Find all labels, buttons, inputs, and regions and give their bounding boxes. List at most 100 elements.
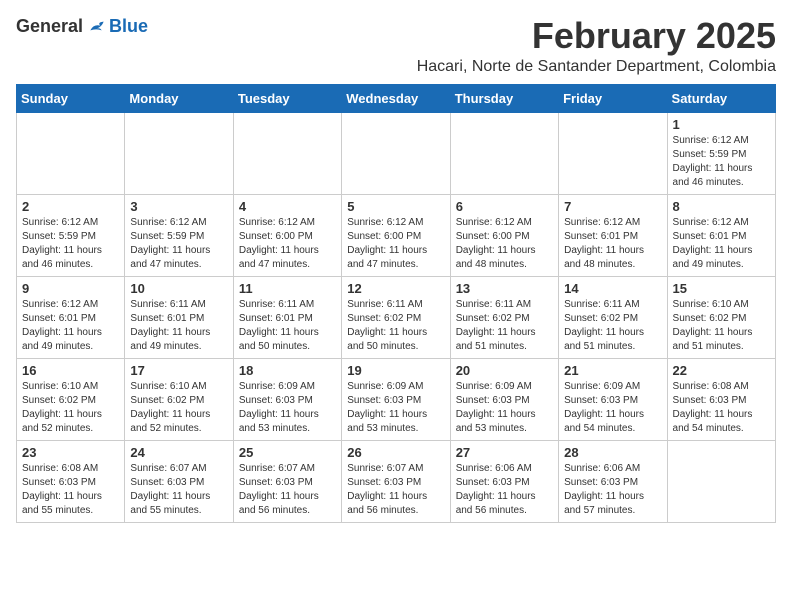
day-number: 25 bbox=[239, 445, 336, 460]
calendar-cell: 17Sunrise: 6:10 AM Sunset: 6:02 PM Dayli… bbox=[125, 358, 233, 440]
calendar-cell: 3 Sunrise: 6:12 AM Sunset: 5:59 PM Daylig… bbox=[125, 194, 233, 276]
day-number: 27 bbox=[456, 445, 553, 460]
calendar-cell: 25 Sunrise: 6:07 AM Sunset: 6:03 PM Dayli… bbox=[233, 440, 341, 522]
day-number: 4 bbox=[239, 199, 336, 214]
month-title: February 2025 bbox=[417, 16, 776, 56]
day-info: Sunrise: 6:08 AM Sunset: 6:03 PM Dayligh… bbox=[673, 380, 770, 436]
day-info: Sunrise: 6:12 AM Sunset: 6:01 PM Dayligh… bbox=[673, 216, 770, 272]
calendar-header: SundayMondayTuesdayWednesdayThursdayFrid… bbox=[17, 84, 776, 112]
day-number: 9 bbox=[22, 281, 119, 296]
calendar-cell: 4 Sunrise: 6:12 AM Sunset: 6:00 PM Daylig… bbox=[233, 194, 341, 276]
calendar-cell bbox=[17, 112, 125, 194]
calendar-week-5: 23Sunrise: 6:08 AM Sunset: 6:03 PM Dayli… bbox=[17, 440, 776, 522]
day-info: Sunrise: 6:12 AM Sunset: 5:59 PM Dayligh… bbox=[130, 216, 227, 272]
calendar-week-3: 9 Sunrise: 6:12 AM Sunset: 6:01 PM Daylig… bbox=[17, 276, 776, 358]
day-info: Sunrise: 6:10 AM Sunset: 6:02 PM Dayligh… bbox=[673, 298, 770, 354]
day-info: Sunrise: 6:07 AM Sunset: 6:03 PM Dayligh… bbox=[347, 462, 444, 518]
day-number: 19 bbox=[347, 363, 444, 378]
day-info: Sunrise: 6:11 AM Sunset: 6:01 PM Dayligh… bbox=[239, 298, 336, 354]
day-info: Sunrise: 6:11 AM Sunset: 6:01 PM Dayligh… bbox=[130, 298, 227, 354]
day-number: 1 bbox=[673, 117, 770, 132]
calendar-cell: 15 Sunrise: 6:10 AM Sunset: 6:02 PM Dayli… bbox=[667, 276, 775, 358]
day-number: 12 bbox=[347, 281, 444, 296]
title-block: February 2025 Hacari, Norte de Santander… bbox=[417, 16, 776, 76]
day-number: 21 bbox=[564, 363, 661, 378]
weekday-header-sunday: Sunday bbox=[17, 84, 125, 112]
calendar-cell: 6Sunrise: 6:12 AM Sunset: 6:00 PM Daylig… bbox=[450, 194, 558, 276]
day-info: Sunrise: 6:12 AM Sunset: 6:00 PM Dayligh… bbox=[239, 216, 336, 272]
weekday-header-saturday: Saturday bbox=[667, 84, 775, 112]
calendar-cell: 18 Sunrise: 6:09 AM Sunset: 6:03 PM Dayli… bbox=[233, 358, 341, 440]
calendar-cell: 12 Sunrise: 6:11 AM Sunset: 6:02 PM Dayli… bbox=[342, 276, 450, 358]
logo: General Blue bbox=[16, 16, 148, 37]
day-info: Sunrise: 6:12 AM Sunset: 6:00 PM Dayligh… bbox=[456, 216, 553, 272]
day-info: Sunrise: 6:09 AM Sunset: 6:03 PM Dayligh… bbox=[456, 380, 553, 436]
calendar-week-1: 1 Sunrise: 6:12 AM Sunset: 5:59 PM Daylig… bbox=[17, 112, 776, 194]
location-title: Hacari, Norte de Santander Department, C… bbox=[417, 58, 776, 76]
calendar-table: SundayMondayTuesdayWednesdayThursdayFrid… bbox=[16, 84, 776, 523]
logo-general-text: General bbox=[16, 16, 83, 37]
weekday-header-tuesday: Tuesday bbox=[233, 84, 341, 112]
day-info: Sunrise: 6:10 AM Sunset: 6:02 PM Dayligh… bbox=[22, 380, 119, 436]
day-info: Sunrise: 6:12 AM Sunset: 5:59 PM Dayligh… bbox=[22, 216, 119, 272]
day-number: 17 bbox=[130, 363, 227, 378]
calendar-cell: 7Sunrise: 6:12 AM Sunset: 6:01 PM Daylig… bbox=[559, 194, 667, 276]
day-number: 22 bbox=[673, 363, 770, 378]
weekday-row: SundayMondayTuesdayWednesdayThursdayFrid… bbox=[17, 84, 776, 112]
calendar-cell: 22 Sunrise: 6:08 AM Sunset: 6:03 PM Dayli… bbox=[667, 358, 775, 440]
calendar-cell bbox=[559, 112, 667, 194]
calendar-cell: 5 Sunrise: 6:12 AM Sunset: 6:00 PM Daylig… bbox=[342, 194, 450, 276]
calendar-cell: 27 Sunrise: 6:06 AM Sunset: 6:03 PM Dayli… bbox=[450, 440, 558, 522]
calendar-week-2: 2 Sunrise: 6:12 AM Sunset: 5:59 PM Daylig… bbox=[17, 194, 776, 276]
calendar-cell bbox=[233, 112, 341, 194]
day-number: 7 bbox=[564, 199, 661, 214]
day-number: 2 bbox=[22, 199, 119, 214]
day-number: 3 bbox=[130, 199, 227, 214]
day-info: Sunrise: 6:07 AM Sunset: 6:03 PM Dayligh… bbox=[239, 462, 336, 518]
calendar-cell bbox=[342, 112, 450, 194]
logo-blue-text: Blue bbox=[109, 16, 148, 37]
day-info: Sunrise: 6:06 AM Sunset: 6:03 PM Dayligh… bbox=[564, 462, 661, 518]
calendar-cell: 20Sunrise: 6:09 AM Sunset: 6:03 PM Dayli… bbox=[450, 358, 558, 440]
day-info: Sunrise: 6:12 AM Sunset: 6:01 PM Dayligh… bbox=[22, 298, 119, 354]
day-number: 16 bbox=[22, 363, 119, 378]
calendar-cell: 13Sunrise: 6:11 AM Sunset: 6:02 PM Dayli… bbox=[450, 276, 558, 358]
calendar-cell: 8Sunrise: 6:12 AM Sunset: 6:01 PM Daylig… bbox=[667, 194, 775, 276]
calendar-cell bbox=[667, 440, 775, 522]
weekday-header-thursday: Thursday bbox=[450, 84, 558, 112]
day-info: Sunrise: 6:09 AM Sunset: 6:03 PM Dayligh… bbox=[347, 380, 444, 436]
calendar-cell: 21 Sunrise: 6:09 AM Sunset: 6:03 PM Dayli… bbox=[559, 358, 667, 440]
day-number: 11 bbox=[239, 281, 336, 296]
weekday-header-monday: Monday bbox=[125, 84, 233, 112]
day-number: 5 bbox=[347, 199, 444, 214]
calendar-cell: 9 Sunrise: 6:12 AM Sunset: 6:01 PM Daylig… bbox=[17, 276, 125, 358]
day-info: Sunrise: 6:11 AM Sunset: 6:02 PM Dayligh… bbox=[347, 298, 444, 354]
weekday-header-friday: Friday bbox=[559, 84, 667, 112]
day-info: Sunrise: 6:06 AM Sunset: 6:03 PM Dayligh… bbox=[456, 462, 553, 518]
day-number: 18 bbox=[239, 363, 336, 378]
day-number: 10 bbox=[130, 281, 227, 296]
day-info: Sunrise: 6:12 AM Sunset: 5:59 PM Dayligh… bbox=[673, 134, 770, 190]
day-number: 13 bbox=[456, 281, 553, 296]
calendar-cell: 16 Sunrise: 6:10 AM Sunset: 6:02 PM Dayli… bbox=[17, 358, 125, 440]
calendar-cell: 28Sunrise: 6:06 AM Sunset: 6:03 PM Dayli… bbox=[559, 440, 667, 522]
calendar-cell: 26 Sunrise: 6:07 AM Sunset: 6:03 PM Dayli… bbox=[342, 440, 450, 522]
day-info: Sunrise: 6:09 AM Sunset: 6:03 PM Dayligh… bbox=[564, 380, 661, 436]
weekday-header-wednesday: Wednesday bbox=[342, 84, 450, 112]
calendar-cell: 14Sunrise: 6:11 AM Sunset: 6:02 PM Dayli… bbox=[559, 276, 667, 358]
calendar-week-4: 16 Sunrise: 6:10 AM Sunset: 6:02 PM Dayli… bbox=[17, 358, 776, 440]
day-number: 26 bbox=[347, 445, 444, 460]
calendar-cell: 1 Sunrise: 6:12 AM Sunset: 5:59 PM Daylig… bbox=[667, 112, 775, 194]
day-info: Sunrise: 6:12 AM Sunset: 6:00 PM Dayligh… bbox=[347, 216, 444, 272]
calendar-cell bbox=[450, 112, 558, 194]
calendar-cell: 23Sunrise: 6:08 AM Sunset: 6:03 PM Dayli… bbox=[17, 440, 125, 522]
day-number: 14 bbox=[564, 281, 661, 296]
day-number: 15 bbox=[673, 281, 770, 296]
page-header: General Blue February 2025 Hacari, Norte… bbox=[16, 16, 776, 76]
day-info: Sunrise: 6:07 AM Sunset: 6:03 PM Dayligh… bbox=[130, 462, 227, 518]
calendar-cell: 24Sunrise: 6:07 AM Sunset: 6:03 PM Dayli… bbox=[125, 440, 233, 522]
day-info: Sunrise: 6:09 AM Sunset: 6:03 PM Dayligh… bbox=[239, 380, 336, 436]
calendar-cell: 10 Sunrise: 6:11 AM Sunset: 6:01 PM Dayli… bbox=[125, 276, 233, 358]
calendar-cell bbox=[125, 112, 233, 194]
day-number: 23 bbox=[22, 445, 119, 460]
